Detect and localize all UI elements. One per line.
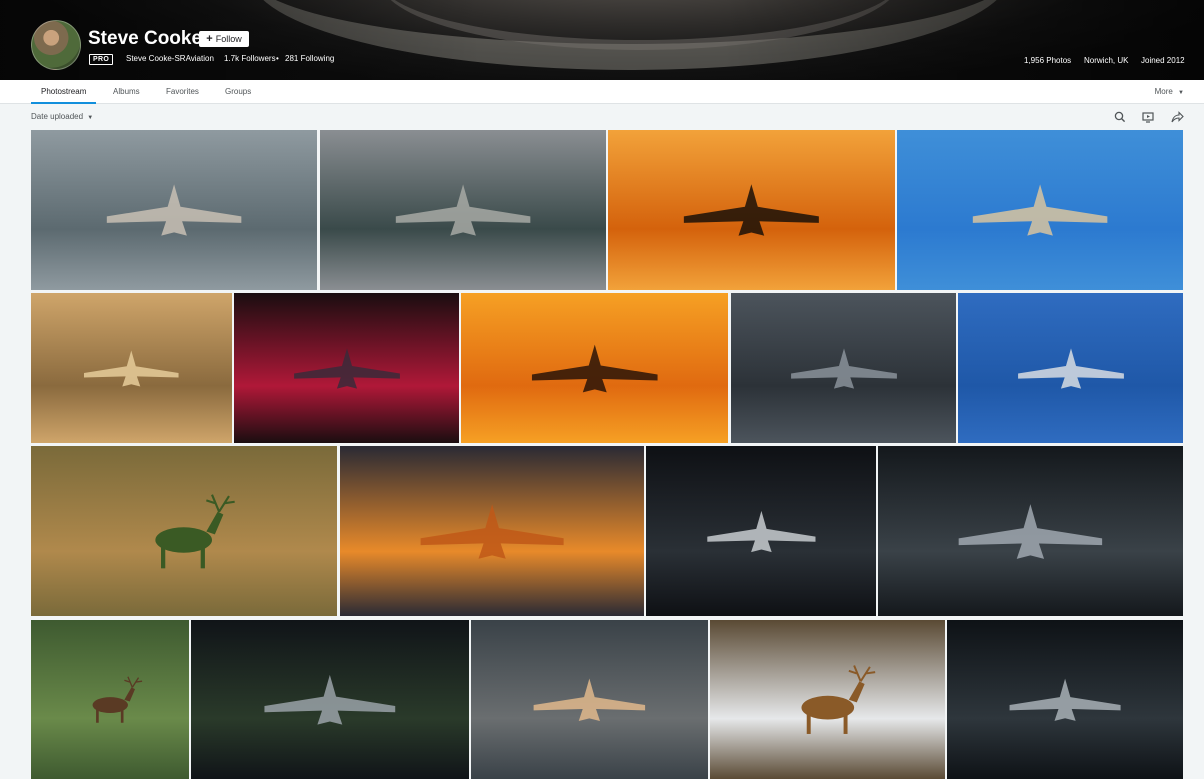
jet-silhouette: [383, 170, 543, 250]
jet-silhouette: [94, 170, 254, 250]
jet-silhouette: [960, 170, 1120, 250]
slideshow-icon[interactable]: [1141, 110, 1155, 124]
more-menu[interactable]: More ▼: [1155, 80, 1184, 104]
jet-silhouette: [671, 170, 832, 250]
deer-silhouette: [762, 660, 894, 740]
jet-silhouette: [520, 331, 670, 406]
location: Norwich, UK: [1084, 56, 1129, 65]
photo-thumbnail[interactable]: [31, 130, 317, 290]
photo-thumbnail[interactable]: [31, 620, 189, 779]
photo-thumbnail[interactable]: [31, 446, 337, 616]
tab-groups[interactable]: Groups: [225, 80, 251, 104]
photo-thumbnail[interactable]: [608, 130, 895, 290]
plus-icon: +: [206, 33, 213, 45]
tab-favorites[interactable]: Favorites: [166, 80, 199, 104]
following-link[interactable]: 281 Following: [285, 54, 334, 63]
caret-down-icon: ▼: [1178, 90, 1184, 96]
tab-photostream[interactable]: Photostream: [30, 80, 97, 104]
sort-dropdown[interactable]: Date uploaded ▼: [31, 112, 93, 121]
profile-tabs: Photostream Albums Favorites Groups More…: [0, 80, 1204, 104]
photo-thumbnail[interactable]: [471, 620, 708, 779]
more-label: More: [1154, 87, 1173, 96]
jet-silhouette: [523, 660, 656, 740]
search-icon[interactable]: [1113, 110, 1127, 124]
photo-thumbnail[interactable]: [191, 620, 469, 779]
follow-label: Follow: [215, 34, 242, 44]
joined-date: Joined 2012: [1141, 56, 1185, 65]
sort-label: Date uploaded: [31, 112, 84, 121]
photo-thumbnail[interactable]: [646, 446, 876, 616]
pro-badge: PRO: [89, 54, 114, 65]
photo-thumbnail[interactable]: [958, 293, 1183, 443]
avatar[interactable]: [31, 20, 81, 70]
photo-thumbnail[interactable]: [461, 293, 728, 443]
photo-toolbar: Date uploaded ▼: [0, 104, 1204, 130]
share-icon[interactable]: [1170, 110, 1184, 124]
photo-thumbnail[interactable]: [897, 130, 1183, 290]
photos-count: 1,956 Photos: [1024, 56, 1072, 65]
caret-down-icon: ▼: [87, 115, 94, 121]
jet-silhouette: [945, 489, 1116, 574]
jet-silhouette: [252, 660, 408, 740]
photo-thumbnail[interactable]: [710, 620, 945, 779]
jet-silhouette: [75, 331, 188, 406]
jet-silhouette: [407, 489, 577, 574]
jet-silhouette: [1008, 331, 1134, 406]
photo-thumbnail[interactable]: [878, 446, 1183, 616]
profile-name[interactable]: Steve Cooke: [88, 28, 202, 50]
profile-username: Steve Cooke-SRAviation: [126, 54, 214, 63]
jet-silhouette: [697, 489, 826, 574]
photo-thumbnail[interactable]: [947, 620, 1183, 779]
jet-silhouette: [284, 331, 410, 406]
follow-button[interactable]: + Follow: [199, 31, 249, 47]
followers-link[interactable]: 1.7k Followers: [224, 54, 276, 63]
photo-thumbnail[interactable]: [340, 446, 644, 616]
jet-silhouette: [781, 331, 907, 406]
photo-thumbnail[interactable]: [234, 293, 459, 443]
tab-albums[interactable]: Albums: [113, 80, 140, 104]
photo-thumbnail[interactable]: [731, 293, 956, 443]
deer-silhouette: [66, 660, 154, 740]
jet-silhouette: [999, 660, 1131, 740]
photo-thumbnail[interactable]: [31, 293, 232, 443]
deer-silhouette: [98, 489, 269, 574]
stat-separator: •: [276, 54, 279, 63]
cover-photo: Steve Cooke + Follow PRO Steve Cooke-SRA…: [0, 0, 1204, 80]
photo-thumbnail[interactable]: [320, 130, 606, 290]
